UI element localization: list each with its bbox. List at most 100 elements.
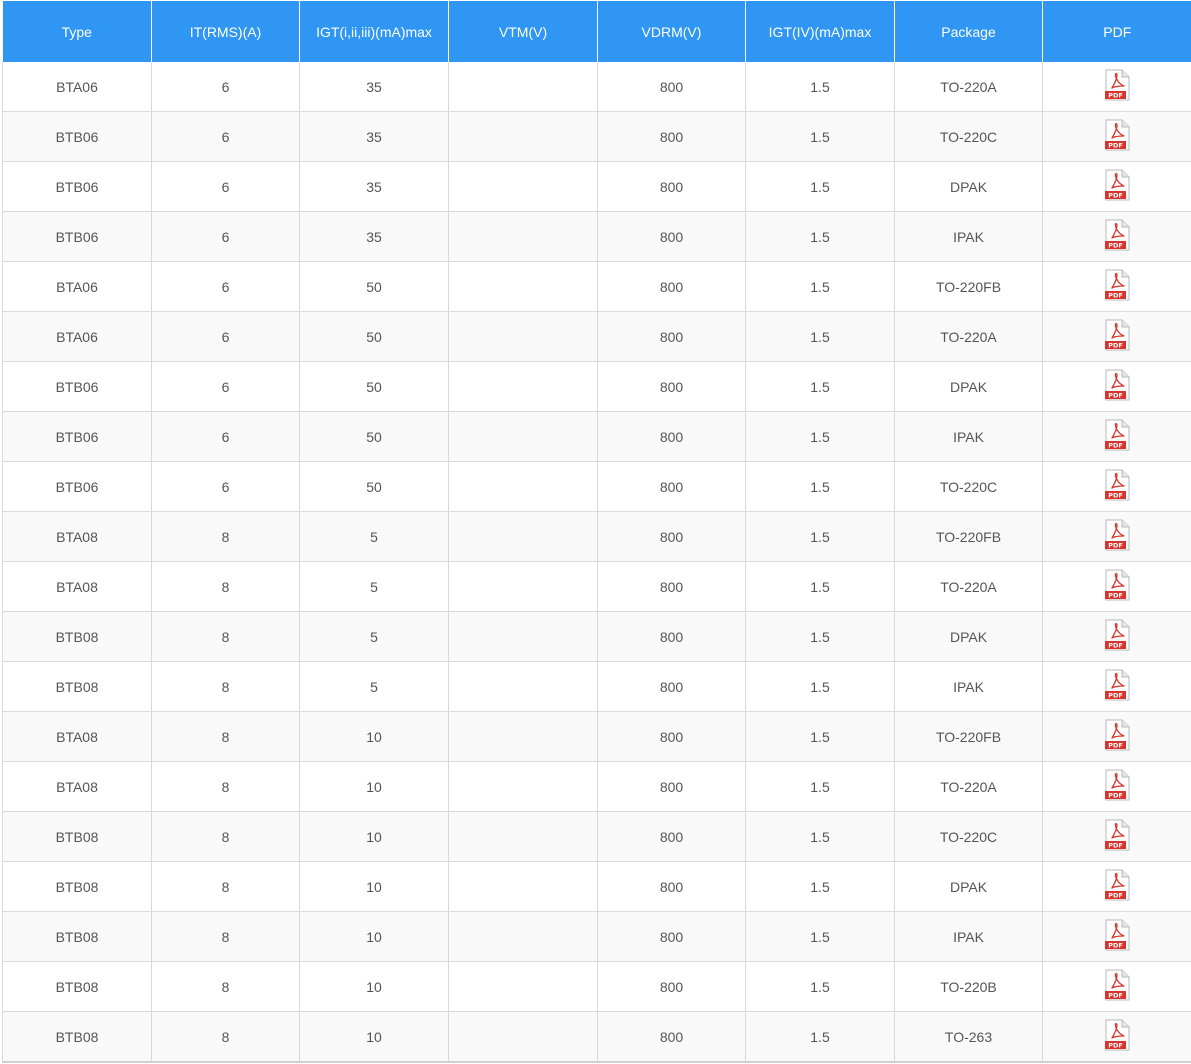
cell-type: BTB06 <box>2 461 152 512</box>
pdf-file-icon: PDF <box>1105 869 1130 901</box>
cell-igt-i-ii-iii: 5 <box>299 611 449 662</box>
cell-vdrm: 800 <box>597 311 746 362</box>
cell-igt-iv: 1.5 <box>745 961 895 1012</box>
table-row: BTB08 8 5 800 1.5 DPAK PDF <box>2 611 1191 662</box>
table-header: Type IT(RMS)(A) IGT(i,ii,iii)(mA)max VTM… <box>2 1 1191 62</box>
table-row: BTB06 6 50 800 1.5 DPAK PDF <box>2 361 1191 412</box>
pdf-download-link[interactable]: PDF <box>1104 919 1130 951</box>
cell-igt-iv: 1.5 <box>745 761 895 812</box>
cell-type: BTB08 <box>2 961 152 1012</box>
cell-package: DPAK <box>894 161 1043 212</box>
pdf-file-icon: PDF <box>1105 119 1130 151</box>
pdf-download-link[interactable]: PDF <box>1104 1019 1130 1051</box>
cell-vtm <box>448 211 598 262</box>
cell-it-rms: 8 <box>151 811 300 862</box>
cell-igt-i-ii-iii: 10 <box>299 811 449 862</box>
pdf-download-link[interactable]: PDF <box>1104 669 1130 701</box>
cell-vtm <box>448 911 598 962</box>
cell-igt-iv: 1.5 <box>745 711 895 762</box>
cell-it-rms: 6 <box>151 311 300 362</box>
table-row: BTA06 6 50 800 1.5 TO-220A PDF <box>2 311 1191 362</box>
column-header-package: Package <box>894 1 1043 62</box>
svg-text:PDF: PDF <box>1108 192 1123 200</box>
pdf-file-icon: PDF <box>1105 819 1130 851</box>
svg-text:PDF: PDF <box>1108 442 1123 450</box>
cell-type: BTB08 <box>2 1011 152 1063</box>
pdf-download-link[interactable]: PDF <box>1104 119 1130 151</box>
pdf-download-link[interactable]: PDF <box>1104 69 1130 101</box>
svg-text:PDF: PDF <box>1108 642 1123 650</box>
cell-package: TO-220FB <box>894 261 1043 312</box>
pdf-file-icon: PDF <box>1105 919 1130 951</box>
pdf-download-link[interactable]: PDF <box>1104 369 1130 401</box>
cell-igt-i-ii-iii: 35 <box>299 161 449 212</box>
cell-type: BTB06 <box>2 111 152 162</box>
cell-it-rms: 8 <box>151 961 300 1012</box>
cell-pdf: PDF <box>1042 561 1191 612</box>
pdf-file-icon: PDF <box>1105 519 1130 551</box>
cell-vtm <box>448 961 598 1012</box>
pdf-download-link[interactable]: PDF <box>1104 169 1130 201</box>
svg-text:PDF: PDF <box>1108 992 1123 1000</box>
cell-it-rms: 8 <box>151 511 300 562</box>
cell-vtm <box>448 661 598 712</box>
svg-text:PDF: PDF <box>1108 142 1123 150</box>
svg-text:PDF: PDF <box>1108 892 1123 900</box>
cell-vtm <box>448 111 598 162</box>
cell-igt-i-ii-iii: 5 <box>299 661 449 712</box>
pdf-download-link[interactable]: PDF <box>1104 819 1130 851</box>
cell-igt-iv: 1.5 <box>745 361 895 412</box>
cell-igt-iv: 1.5 <box>745 661 895 712</box>
cell-vdrm: 800 <box>597 361 746 412</box>
pdf-download-link[interactable]: PDF <box>1104 519 1130 551</box>
cell-pdf: PDF <box>1042 261 1191 312</box>
cell-package: TO-220FB <box>894 711 1043 762</box>
cell-vtm <box>448 861 598 912</box>
cell-pdf: PDF <box>1042 511 1191 562</box>
table-row: BTA06 6 50 800 1.5 TO-220FB PDF <box>2 261 1191 312</box>
cell-igt-iv: 1.5 <box>745 311 895 362</box>
cell-igt-i-ii-iii: 35 <box>299 111 449 162</box>
pdf-download-link[interactable]: PDF <box>1104 269 1130 301</box>
pdf-download-link[interactable]: PDF <box>1104 219 1130 251</box>
svg-text:PDF: PDF <box>1108 342 1123 350</box>
pdf-download-link[interactable]: PDF <box>1104 969 1130 1001</box>
cell-type: BTA08 <box>2 511 152 562</box>
cell-vdrm: 800 <box>597 961 746 1012</box>
cell-vdrm: 800 <box>597 261 746 312</box>
pdf-file-icon: PDF <box>1105 69 1130 101</box>
cell-vdrm: 800 <box>597 761 746 812</box>
cell-it-rms: 6 <box>151 411 300 462</box>
cell-package: TO-263 <box>894 1011 1043 1063</box>
pdf-download-link[interactable]: PDF <box>1104 769 1130 801</box>
pdf-file-icon: PDF <box>1105 719 1130 751</box>
cell-it-rms: 6 <box>151 111 300 162</box>
table-row: BTB08 8 10 800 1.5 TO-263 PDF <box>2 1011 1191 1063</box>
pdf-download-link[interactable]: PDF <box>1104 869 1130 901</box>
pdf-download-link[interactable]: PDF <box>1104 569 1130 601</box>
product-table: Type IT(RMS)(A) IGT(i,ii,iii)(mA)max VTM… <box>2 1 1191 1063</box>
table-row: BTB06 6 35 800 1.5 TO-220C PDF <box>2 111 1191 162</box>
cell-it-rms: 8 <box>151 911 300 962</box>
svg-text:PDF: PDF <box>1108 492 1123 500</box>
cell-package: IPAK <box>894 211 1043 262</box>
cell-vdrm: 800 <box>597 161 746 212</box>
pdf-download-link[interactable]: PDF <box>1104 419 1130 451</box>
pdf-file-icon: PDF <box>1105 269 1130 301</box>
svg-text:PDF: PDF <box>1108 1042 1123 1050</box>
cell-package: IPAK <box>894 661 1043 712</box>
cell-vtm <box>448 261 598 312</box>
pdf-download-link[interactable]: PDF <box>1104 319 1130 351</box>
pdf-download-link[interactable]: PDF <box>1104 619 1130 651</box>
cell-pdf: PDF <box>1042 611 1191 662</box>
cell-igt-i-ii-iii: 10 <box>299 961 449 1012</box>
cell-vdrm: 800 <box>597 461 746 512</box>
pdf-download-link[interactable]: PDF <box>1104 719 1130 751</box>
cell-type: BTB06 <box>2 161 152 212</box>
pdf-download-link[interactable]: PDF <box>1104 469 1130 501</box>
table-row: BTB08 8 10 800 1.5 IPAK PDF <box>2 911 1191 962</box>
pdf-file-icon: PDF <box>1105 419 1130 451</box>
cell-type: BTA06 <box>2 311 152 362</box>
cell-package: TO-220FB <box>894 511 1043 562</box>
cell-igt-iv: 1.5 <box>745 511 895 562</box>
